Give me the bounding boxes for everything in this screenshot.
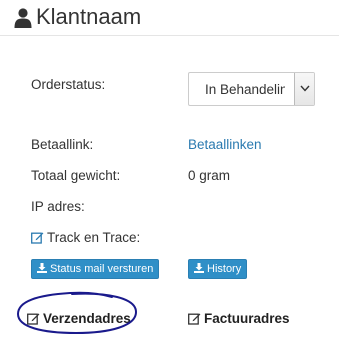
status-mail-button-label: Status mail versturen — [50, 263, 154, 275]
page-title: Klantnaam — [36, 4, 142, 29]
orderstatus-selected-value: In Behandeling — [205, 82, 285, 97]
order-panel: Klantnaam Orderstatus: In Behandeling Be… — [0, 0, 339, 337]
factuuradres-heading[interactable]: Factuuradres — [188, 310, 290, 328]
panel-header: Klantnaam — [0, 0, 339, 36]
verzendadres-heading[interactable]: Verzendadres — [27, 310, 131, 328]
track-en-trace-label: Track en Trace: — [47, 230, 141, 245]
betaallink-label: Betaallink: — [31, 137, 94, 152]
chevron-down-icon[interactable] — [294, 73, 314, 105]
track-en-trace-link[interactable]: Track en Trace: — [31, 229, 140, 247]
download-icon — [194, 263, 204, 273]
download-icon — [37, 263, 47, 273]
betaallinken-link[interactable]: Betaallinken — [188, 136, 262, 154]
orderstatus-select[interactable]: In Behandeling — [188, 72, 315, 106]
history-button[interactable]: History — [188, 259, 248, 279]
user-icon — [14, 8, 32, 28]
history-button-label: History — [207, 263, 242, 275]
edit-icon — [188, 313, 201, 325]
verzendadres-label: Verzendadres — [43, 311, 131, 326]
totaal-gewicht-value: 0 gram — [188, 168, 231, 183]
edit-icon — [27, 313, 40, 325]
status-mail-button[interactable]: Status mail versturen — [31, 259, 160, 279]
factuuradres-label: Factuuradres — [204, 311, 290, 326]
orderstatus-label: Orderstatus: — [31, 77, 106, 92]
ip-adres-label: IP adres: — [31, 199, 85, 214]
totaal-gewicht-label: Totaal gewicht: — [31, 168, 121, 183]
edit-icon — [31, 232, 44, 244]
